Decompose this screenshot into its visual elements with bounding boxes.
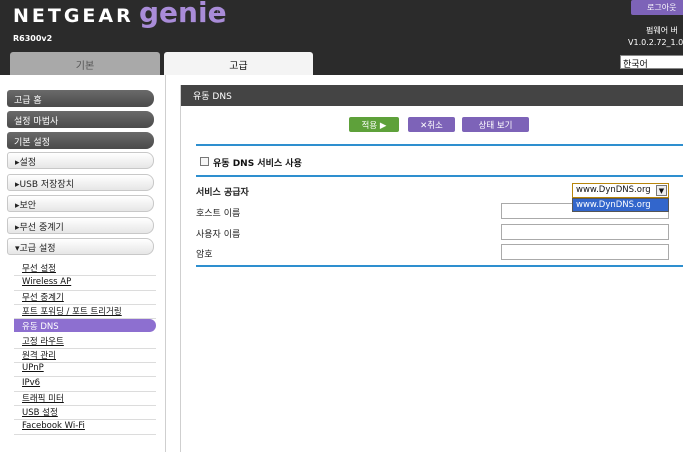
trademark-mark: TM [216,9,225,16]
provider-select[interactable]: www.DynDNS.org ▼ [572,183,669,198]
sidebar-item-advanced-home[interactable]: 고급 홈 [7,90,154,107]
divider [14,434,156,435]
show-status-button[interactable]: 상태 보기 [462,117,529,132]
firmware-label: 펌웨어 버 [646,26,678,35]
sidebar-item-wireless-repeater[interactable]: ▸무선 중계기 [7,217,154,234]
use-dns-checkbox[interactable] [200,157,209,166]
divider [14,419,156,420]
sidebar-link-remote-management[interactable]: 원격 관리 [22,349,56,361]
sidebar-item-basic-settings[interactable]: 기본 설정 [7,132,154,149]
provider-option[interactable]: www.DynDNS.org [572,198,669,212]
provider-select-value: www.DynDNS.org [576,185,651,195]
sidebar-link-wireless-ap[interactable]: Wireless AP [22,277,71,287]
sidebar-link-upnp[interactable]: UPnP [22,363,44,373]
user-name-label: 사용자 이름 [196,230,241,240]
user-name-input[interactable] [501,224,669,240]
sidebar-link-wireless-repeater[interactable]: 무선 중계기 [22,291,64,303]
page-title: 유동 DNS [181,85,683,106]
host-name-label: 호스트 이름 [196,209,241,219]
chevron-down-icon[interactable]: ▼ [656,185,667,196]
sidebar-link-traffic-meter[interactable]: 트래픽 미터 [22,392,64,404]
password-label: 암호 [196,250,213,260]
sidebar: 고급 홈 설정 마법사 기본 설정 ▸설정 ▸USB 저장장치 ▸보안 ▸무선 … [0,75,166,452]
sidebar-item-setup-wizard[interactable]: 설정 마법사 [7,111,154,128]
divider [196,144,683,146]
sidebar-item-setup[interactable]: ▸설정 [7,152,154,169]
divider [196,175,683,177]
firmware-version: V1.0.2.72_1.0 [628,38,683,47]
main-panel: 유동 DNS 적용 ▶ ✕취소 상태 보기 유동 DNS 서비스 사용 서비스 … [180,85,683,452]
cancel-button[interactable]: ✕취소 [408,117,455,132]
sidebar-item-advanced-settings[interactable]: ▾고급 설정 [7,238,154,255]
divider [14,275,156,276]
password-input[interactable] [501,244,669,260]
divider [196,265,683,267]
sidebar-link-wireless-settings[interactable]: 무선 설정 [22,262,56,274]
logout-button[interactable]: 로그아웃 [631,0,683,15]
use-dns-label: 유동 DNS 서비스 사용 [213,159,302,169]
sidebar-link-facebook-wifi[interactable]: Facebook Wi-Fi [22,421,85,431]
language-select[interactable]: 한국어 [620,55,683,70]
provider-label: 서비스 공급자 [196,188,249,198]
genie-logo: genie [139,0,227,29]
sidebar-item-security[interactable]: ▸보안 [7,195,154,212]
sidebar-link-port-forwarding[interactable]: 포트 포워딩 / 포트 트리거링 [22,305,122,317]
apply-button[interactable]: 적용 ▶ [349,117,399,132]
sidebar-item-usb-storage[interactable]: ▸USB 저장장치 [7,174,154,191]
netgear-logo: NETGEAR [13,5,134,27]
tab-basic[interactable]: 기본 [10,52,160,75]
sidebar-link-dynamic-dns[interactable]: 유동 DNS [14,319,156,332]
sidebar-link-static-routes[interactable]: 고정 라우트 [22,335,64,347]
divider [14,376,156,377]
sidebar-link-ipv6[interactable]: IPv6 [22,378,40,388]
header: NETGEAR genie TM R6300v2 로그아웃 펌웨어 버 V1.0… [0,0,683,75]
router-model: R6300v2 [13,34,53,43]
tab-advanced[interactable]: 고급 [164,52,313,75]
sidebar-link-usb-settings[interactable]: USB 설정 [22,406,58,418]
